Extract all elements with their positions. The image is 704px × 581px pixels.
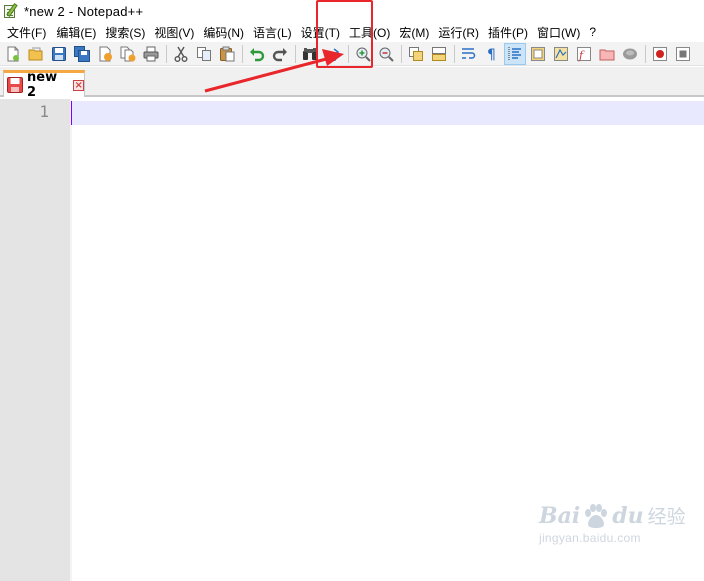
close-icon[interactable] xyxy=(95,44,115,64)
watermark-brand-cn: 经验 xyxy=(647,506,686,528)
open-file-icon[interactable] xyxy=(26,44,46,64)
sync-horizontal-icon[interactable] xyxy=(429,44,449,64)
undo-icon[interactable] xyxy=(247,44,267,64)
folder-workspace-icon[interactable] xyxy=(597,44,617,64)
monitoring-icon[interactable] xyxy=(620,44,640,64)
window-title: *new 2 - Notepad++ xyxy=(24,3,144,19)
toolbar-separator xyxy=(645,44,646,63)
menu-help[interactable]: ? xyxy=(588,25,603,39)
doc-map-icon[interactable] xyxy=(551,44,571,64)
print-icon[interactable] xyxy=(141,44,161,64)
menu-file[interactable]: 文件(F) xyxy=(6,24,53,41)
show-all-chars-icon[interactable]: ¶ xyxy=(482,44,502,64)
cut-icon[interactable] xyxy=(171,44,191,64)
indent-guide-icon[interactable] xyxy=(504,42,526,65)
toolbar-separator xyxy=(242,44,243,63)
toolbar-separator xyxy=(401,44,402,63)
function-list-icon[interactable]: f xyxy=(574,44,594,64)
paste-icon[interactable] xyxy=(217,44,237,64)
toolbar-separator xyxy=(454,44,455,63)
menu-language[interactable]: 语言(L) xyxy=(252,24,299,41)
line-number-gutter: 1 xyxy=(0,99,70,581)
save-all-icon[interactable] xyxy=(72,44,92,64)
toolbar-separator xyxy=(295,44,296,63)
fold-margin xyxy=(70,99,72,581)
stop-macro-icon[interactable] xyxy=(673,44,693,64)
current-line-highlight xyxy=(72,101,704,125)
text-caret xyxy=(71,101,72,125)
menu-search[interactable]: 搜索(S) xyxy=(104,24,152,41)
line-number: 1 xyxy=(39,102,49,121)
redo-icon[interactable] xyxy=(270,44,290,64)
word-wrap-icon[interactable] xyxy=(459,44,479,64)
save-icon[interactable] xyxy=(49,44,69,64)
tab-close-icon[interactable]: × xyxy=(73,79,84,91)
close-all-icon[interactable] xyxy=(118,44,138,64)
svg-text:¶: ¶ xyxy=(487,47,496,62)
menu-view[interactable]: 视图(V) xyxy=(153,24,201,41)
udl-icon[interactable] xyxy=(528,44,548,64)
menu-encoding[interactable]: 编码(N) xyxy=(202,24,251,41)
tab-new-2[interactable]: new 2 × xyxy=(3,70,85,100)
menu-edit[interactable]: 编辑(E) xyxy=(55,24,103,41)
watermark-url: jingyan.baidu.com xyxy=(539,531,641,545)
notepadpp-app-icon xyxy=(3,3,19,19)
zoom-out-icon[interactable] xyxy=(376,44,396,64)
watermark-brand-left: Bai xyxy=(539,502,581,529)
baidu-jingyan-watermark: Bai du 经验 jingyan.baidu.com xyxy=(539,502,699,572)
menu-window[interactable]: 窗口(W) xyxy=(536,24,587,41)
baidu-paw-icon xyxy=(585,503,608,528)
menu-macro[interactable]: 宏(M) xyxy=(398,24,436,41)
tab-bar: new 2 × xyxy=(0,67,704,100)
menu-plugins[interactable]: 插件(P) xyxy=(487,24,535,41)
tab-label: new 2 xyxy=(27,70,58,100)
annotation-highlight-box xyxy=(316,0,373,68)
record-macro-icon[interactable] xyxy=(650,44,670,64)
sync-vertical-icon[interactable] xyxy=(406,44,426,64)
copy-icon[interactable] xyxy=(194,44,214,64)
new-file-icon[interactable] xyxy=(3,44,23,64)
toolbar-separator xyxy=(166,44,167,63)
unsaved-file-icon xyxy=(6,76,24,94)
watermark-brand-right: du xyxy=(612,502,644,529)
menu-run[interactable]: 运行(R) xyxy=(437,24,486,41)
